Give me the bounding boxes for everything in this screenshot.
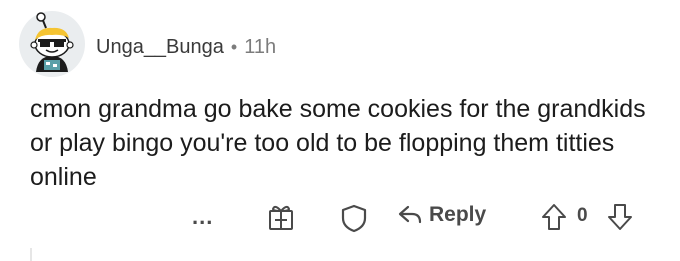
- comment-action-bar: ... Reply 0: [0, 198, 680, 242]
- thread-line[interactable]: [30, 248, 32, 261]
- snoo-avatar-icon: [19, 11, 85, 77]
- gift-icon: [269, 205, 293, 230]
- username-link[interactable]: Unga__Bunga: [96, 36, 224, 59]
- award-button[interactable]: [264, 200, 298, 234]
- upvote-arrow-icon: [542, 204, 566, 230]
- save-button[interactable]: [339, 200, 369, 234]
- reply-label: Reply: [429, 203, 487, 226]
- downvote-arrow-icon: [608, 204, 632, 230]
- vote-count: 0: [577, 205, 588, 226]
- separator-dot: •: [230, 36, 238, 57]
- shield-icon: [341, 204, 367, 233]
- downvote-button[interactable]: [606, 201, 634, 233]
- reply-arrow-icon: [398, 205, 422, 224]
- upvote-button[interactable]: [540, 201, 568, 233]
- user-avatar[interactable]: [18, 10, 86, 78]
- comment: Unga__Bunga • 11h cmon grandma go bake s…: [0, 0, 680, 261]
- reply-button[interactable]: Reply: [397, 202, 486, 228]
- more-options-button[interactable]: ...: [192, 204, 213, 230]
- comment-body: cmon grandma go bake some cookies for th…: [30, 95, 646, 191]
- timestamp[interactable]: 11h: [244, 36, 276, 59]
- comment-header: Unga__Bunga • 11h: [96, 32, 276, 62]
